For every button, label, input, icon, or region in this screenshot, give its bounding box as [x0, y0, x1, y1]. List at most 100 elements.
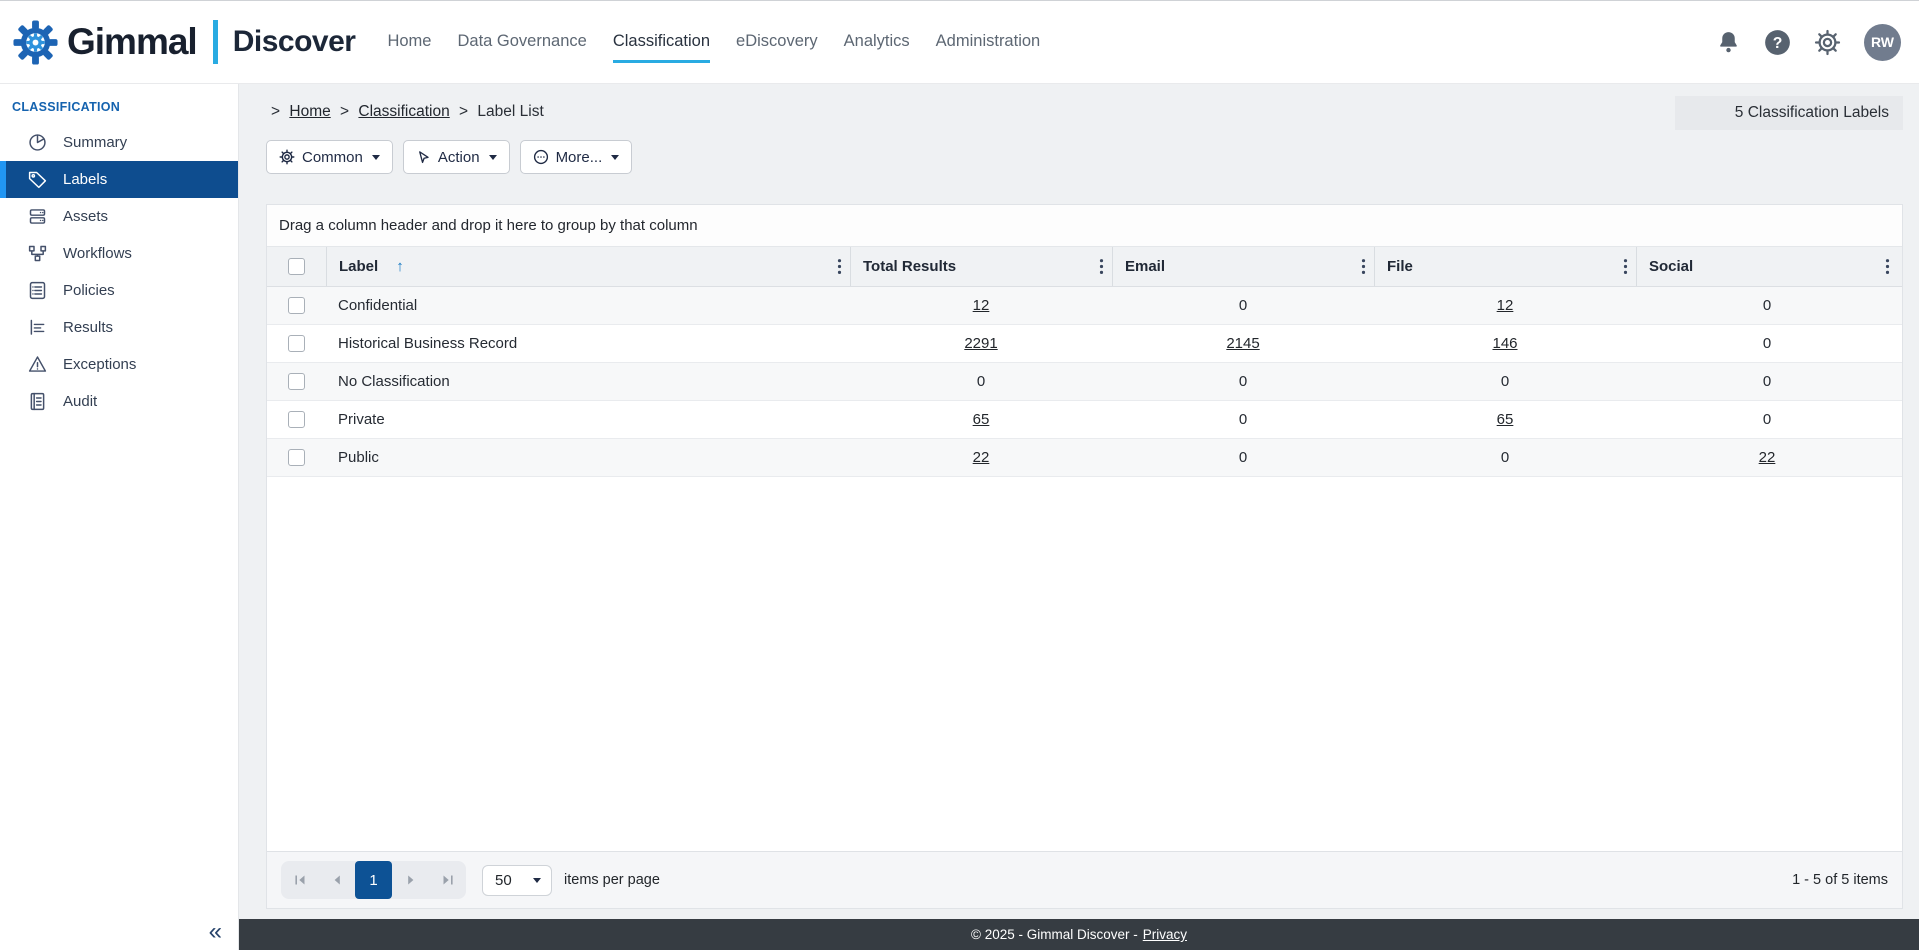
column-header-total-results[interactable]: Total Results	[850, 247, 1112, 286]
total-results-link[interactable]: 65	[973, 411, 990, 428]
social-cell: 0	[1636, 401, 1898, 438]
classification-labels-count: 5 Classification Labels	[1675, 96, 1903, 130]
breadcrumb-separator: >	[459, 103, 468, 120]
settings-gear-icon[interactable]	[1814, 29, 1841, 56]
sidebar-item-label: Summary	[63, 134, 127, 151]
total-results-cell: 12	[850, 287, 1112, 324]
list-lines-icon	[26, 317, 48, 338]
sidebar-item-label: Policies	[63, 282, 115, 299]
sidebar-item-exceptions[interactable]: Exceptions	[0, 346, 238, 383]
privacy-link[interactable]: Privacy	[1143, 927, 1187, 942]
table-row: No Classification 0 0 0 0	[267, 363, 1902, 401]
page-size-select[interactable]: 50	[482, 865, 552, 896]
email-link[interactable]: 2145	[1226, 335, 1259, 352]
column-title: File	[1387, 258, 1413, 275]
sort-ascending-icon: ↑	[396, 258, 404, 275]
sidebar-item-labels[interactable]: Labels	[0, 161, 238, 198]
file-cell: 0	[1374, 439, 1636, 476]
nav-analytics[interactable]: Analytics	[844, 22, 910, 63]
select-all-checkbox[interactable]	[288, 258, 305, 275]
row-checkbox[interactable]	[288, 449, 305, 466]
column-header-email[interactable]: Email	[1112, 247, 1374, 286]
pager: 1 50 items per page 1 - 5 of 5 items	[267, 851, 1902, 908]
column-menu-icon[interactable]	[1623, 258, 1628, 275]
next-page-button[interactable]	[392, 861, 429, 899]
more-button-label: More...	[556, 149, 603, 166]
workflow-icon	[26, 243, 48, 264]
total-results-cell: 2291	[850, 325, 1112, 362]
sidebar-item-summary[interactable]: Summary	[0, 124, 238, 161]
more-button[interactable]: More...	[520, 140, 633, 174]
chevron-down-icon	[372, 155, 380, 160]
copyright-text: © 2025 - Gimmal Discover -	[971, 927, 1138, 942]
total-results-link[interactable]: 2291	[964, 335, 997, 352]
product-name: Discover	[233, 25, 356, 59]
nav-data-governance[interactable]: Data Governance	[457, 22, 586, 63]
sidebar-item-results[interactable]: Results	[0, 309, 238, 346]
social-cell: 0	[1636, 363, 1898, 400]
sidebar-item-label: Results	[63, 319, 113, 336]
chevron-down-icon	[489, 155, 497, 160]
total-results-link[interactable]: 22	[973, 449, 990, 466]
sidebar-item-label: Labels	[63, 171, 107, 188]
social-cell: 22	[1636, 439, 1898, 476]
table-row: Confidential 12 0 12 0	[267, 287, 1902, 325]
notifications-bell-icon[interactable]	[1716, 30, 1741, 55]
sidebar-item-label: Exceptions	[63, 356, 136, 373]
gear-logo-icon	[12, 19, 59, 66]
nav-classification[interactable]: Classification	[613, 22, 710, 63]
page-number-button[interactable]: 1	[355, 861, 392, 899]
column-header-social[interactable]: Social	[1636, 247, 1898, 286]
nav-ediscovery[interactable]: eDiscovery	[736, 22, 818, 63]
column-menu-icon[interactable]	[1099, 258, 1104, 275]
sidebar-item-workflows[interactable]: Workflows	[0, 235, 238, 272]
breadcrumb-separator: >	[271, 103, 280, 120]
grid-header-row: Label ↑ Total Results Email	[267, 247, 1902, 287]
sidebar-item-policies[interactable]: Policies	[0, 272, 238, 309]
total-results-cell: 0	[850, 363, 1112, 400]
column-header-label[interactable]: Label ↑	[326, 247, 850, 286]
column-menu-icon[interactable]	[1361, 258, 1366, 275]
column-title: Label	[339, 258, 378, 275]
breadcrumb-current: Label List	[477, 103, 543, 120]
column-title: Social	[1649, 258, 1693, 275]
app-logo[interactable]: Gimmal Discover	[12, 19, 355, 66]
total-results-cell: 22	[850, 439, 1112, 476]
first-page-button[interactable]	[281, 861, 318, 899]
row-checkbox[interactable]	[288, 373, 305, 390]
sidebar-collapse-chevron[interactable]: «	[209, 920, 222, 944]
sidebar-item-assets[interactable]: Assets	[0, 198, 238, 235]
common-button[interactable]: Common	[266, 140, 393, 174]
select-all-header-cell	[267, 247, 326, 286]
previous-page-button[interactable]	[318, 861, 355, 899]
action-button[interactable]: Action	[403, 140, 510, 174]
help-icon[interactable]: ?	[1764, 29, 1791, 56]
breadcrumb-home-link[interactable]: Home	[289, 103, 330, 120]
sidebar-section-title: CLASSIFICATION	[0, 92, 238, 124]
logo-divider	[213, 20, 218, 64]
file-link[interactable]: 146	[1492, 335, 1517, 352]
breadcrumb-classification-link[interactable]: Classification	[358, 103, 449, 120]
warning-triangle-icon	[26, 354, 48, 375]
email-cell: 0	[1112, 287, 1374, 324]
file-link[interactable]: 65	[1497, 411, 1514, 428]
column-menu-icon[interactable]	[837, 258, 842, 275]
column-header-file[interactable]: File	[1374, 247, 1636, 286]
row-checkbox[interactable]	[288, 335, 305, 352]
file-link[interactable]: 12	[1497, 297, 1514, 314]
label-cell: Public	[326, 439, 850, 476]
ellipsis-circle-icon	[533, 149, 549, 165]
sidebar-item-audit[interactable]: Audit	[0, 383, 238, 420]
row-checkbox[interactable]	[288, 297, 305, 314]
row-checkbox[interactable]	[288, 411, 305, 428]
email-cell: 0	[1112, 439, 1374, 476]
nav-home[interactable]: Home	[387, 22, 431, 63]
common-button-label: Common	[302, 149, 363, 166]
social-link[interactable]: 22	[1759, 449, 1776, 466]
user-avatar[interactable]: RW	[1864, 24, 1901, 61]
column-menu-icon[interactable]	[1885, 258, 1890, 275]
total-results-link[interactable]: 12	[973, 297, 990, 314]
nav-administration[interactable]: Administration	[936, 22, 1041, 63]
page-size-value: 50	[495, 872, 512, 889]
last-page-button[interactable]	[429, 861, 466, 899]
